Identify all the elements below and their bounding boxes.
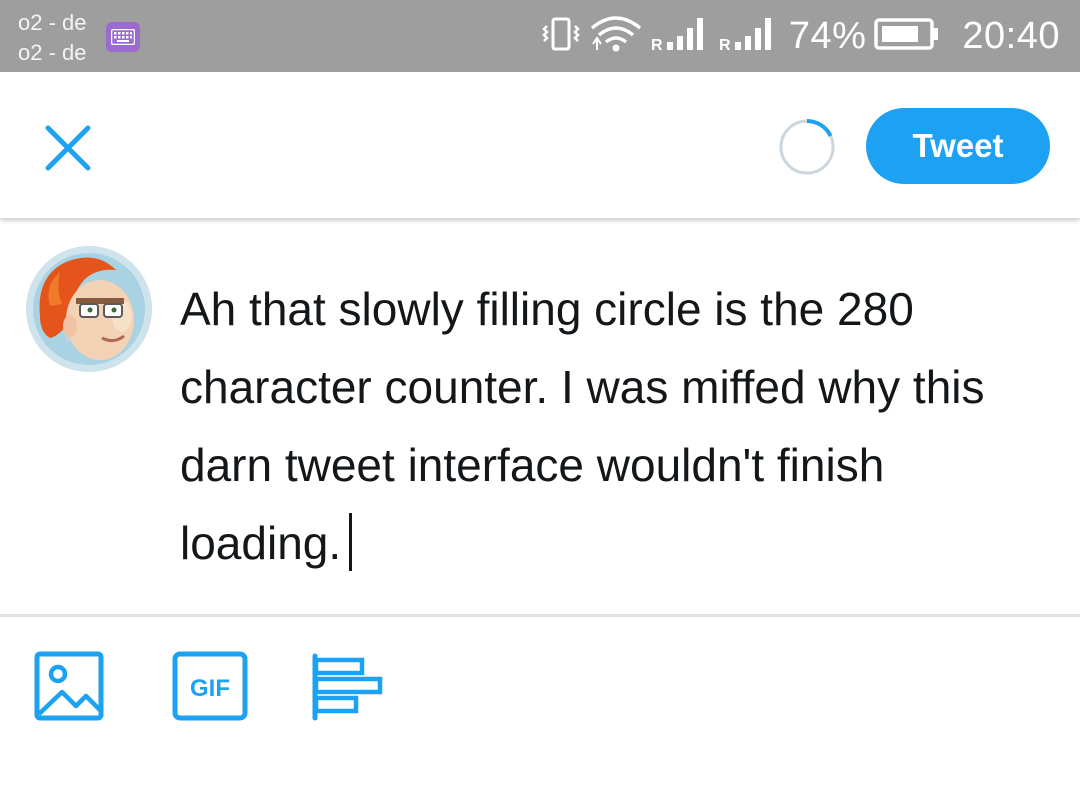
roaming-label-1: R bbox=[651, 37, 663, 54]
keyboard-icon bbox=[106, 22, 140, 52]
toolbar-divider bbox=[0, 614, 1080, 617]
carrier-info: o2 - de o2 - de bbox=[18, 8, 87, 68]
tweet-button[interactable]: Tweet bbox=[866, 108, 1050, 184]
carrier-line-2: o2 - de bbox=[18, 40, 87, 65]
tweet-compose-input[interactable]: Ah that slowly filling circle is the 280… bbox=[180, 270, 1050, 582]
roaming-label-2: R bbox=[719, 37, 731, 54]
tweet-compose-text: Ah that slowly filling circle is the 280… bbox=[180, 283, 985, 569]
status-bar: o2 - de o2 - de R R 74% 20:40 bbox=[0, 0, 1080, 72]
image-icon bbox=[34, 651, 104, 721]
gif-icon: GIF bbox=[172, 651, 248, 721]
close-icon bbox=[45, 125, 91, 171]
vibrate-icon bbox=[541, 14, 581, 59]
compose-header: Tweet bbox=[0, 72, 1080, 218]
character-counter-ring bbox=[779, 119, 835, 175]
gif-label: GIF bbox=[190, 675, 230, 702]
avatar bbox=[26, 246, 152, 372]
wifi-icon bbox=[589, 14, 643, 59]
poll-icon bbox=[312, 653, 383, 721]
clock: 20:40 bbox=[962, 14, 1060, 57]
signal-icon-sim2: R bbox=[719, 14, 779, 59]
add-gif-button[interactable]: GIF bbox=[172, 650, 248, 722]
carrier-line-1: o2 - de bbox=[18, 10, 87, 35]
add-poll-button[interactable] bbox=[310, 650, 384, 722]
battery-icon bbox=[874, 17, 940, 56]
signal-icon-sim1: R bbox=[651, 14, 711, 59]
close-button[interactable] bbox=[40, 120, 96, 176]
status-icons: R R 74% 20:40 bbox=[541, 0, 1060, 72]
add-image-button[interactable] bbox=[34, 650, 104, 722]
text-caret bbox=[349, 513, 353, 571]
battery-percent: 74% bbox=[788, 14, 867, 57]
